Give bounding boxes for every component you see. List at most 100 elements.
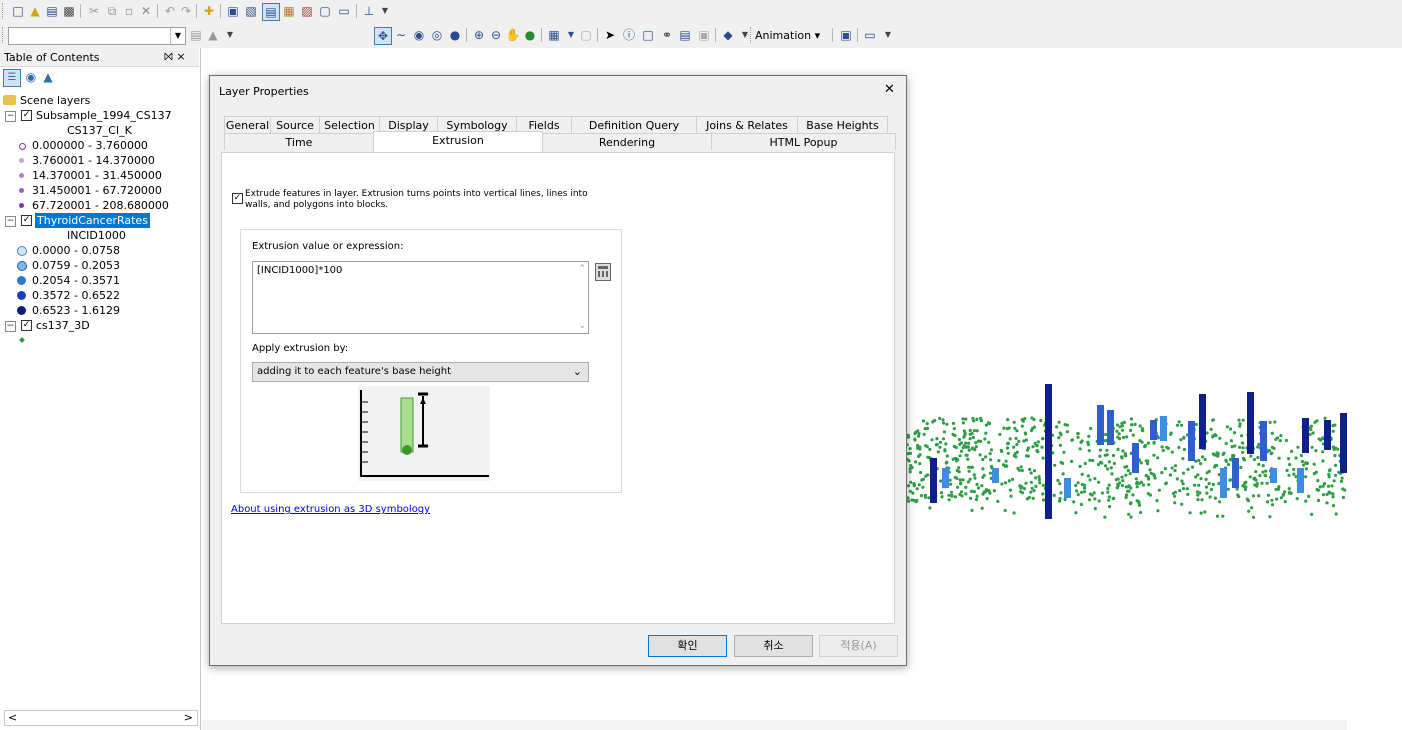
apply-button[interactable]: 적용(A) — [819, 635, 898, 657]
scene-properties-icon[interactable]: ▣ — [225, 3, 241, 19]
scene-point — [1152, 440, 1156, 444]
undo-icon[interactable]: ↶ — [162, 3, 178, 19]
layer-tool2-icon[interactable]: ▲ — [205, 27, 221, 43]
toc-pin-close[interactable]: ⨝ × — [164, 50, 186, 64]
copy-icon[interactable]: ⧉ — [104, 3, 120, 19]
python-window-icon[interactable]: ▨ — [299, 3, 315, 19]
layer-tool-icon[interactable]: ▤ — [188, 27, 204, 43]
collapse-icon[interactable]: − — [5, 216, 16, 227]
animation-menu[interactable]: Animation ▾ — [755, 28, 820, 44]
zoom-to-target-icon[interactable]: ◎ — [429, 27, 445, 43]
scene-point — [1106, 467, 1110, 471]
scene-point — [1292, 467, 1296, 472]
help-link[interactable]: About using extrusion as 3D symbology — [231, 504, 430, 515]
toolbar-options-chevron-icon[interactable]: ▼ — [222, 27, 238, 43]
cut-icon[interactable]: ✂ — [86, 3, 102, 19]
toolbar-options-chevron-icon[interactable]: ▼ — [880, 27, 896, 43]
tab-selection[interactable]: Selection — [319, 116, 380, 133]
scroll-right-icon[interactable]: > — [184, 711, 193, 725]
layer-dropdown[interactable]: ▼ — [8, 27, 186, 45]
full-extent-globe-icon[interactable]: ● — [522, 27, 538, 43]
pan-hand-icon[interactable]: ✋ — [505, 27, 521, 43]
tab-source[interactable]: Source — [270, 116, 320, 133]
tab-joins-relates[interactable]: Joins & Relates — [696, 116, 798, 133]
scene-point — [1017, 439, 1021, 443]
toolbar-grip[interactable] — [2, 27, 6, 43]
select-dropdown-chevron-icon[interactable]: ▼ — [563, 27, 579, 43]
table-of-contents-toggle-icon[interactable]: ▤ — [262, 3, 280, 21]
save-icon[interactable]: ▤ — [44, 3, 60, 19]
print-icon[interactable]: ▩ — [61, 3, 77, 19]
tab-rendering[interactable]: Rendering — [542, 133, 712, 150]
tab-definition-query[interactable]: Definition Query — [571, 116, 697, 133]
fly-tool-icon[interactable]: ∼ — [393, 27, 409, 43]
tab-time[interactable]: Time — [224, 133, 374, 150]
layer-visibility-checkbox[interactable]: ✓ — [21, 110, 32, 121]
layer-row-cs137-3d[interactable]: − ✓ cs137_3D — [0, 318, 200, 333]
select-elements-arrow-icon[interactable]: ➤ — [602, 27, 618, 43]
clear-selection-icon[interactable]: ▢ — [578, 27, 594, 43]
collapse-icon[interactable]: − — [5, 111, 16, 122]
scene-point — [1032, 469, 1037, 473]
tab-general[interactable]: General — [224, 116, 271, 133]
layer-row-subsample[interactable]: − ✓ Subsample_1994_CS137 — [0, 108, 200, 123]
delete-icon[interactable]: ✕ — [138, 3, 154, 19]
find-binoculars-icon[interactable]: ⚭ — [659, 27, 675, 43]
layer-name-selected[interactable]: ThyroidCancerRates — [35, 213, 150, 228]
toolbar-grip[interactable] — [750, 27, 754, 43]
redo-icon[interactable]: ↷ — [178, 3, 194, 19]
tab-html-popup[interactable]: HTML Popup — [711, 133, 896, 150]
tab-base-heights[interactable]: Base Heights — [797, 116, 888, 133]
extrude-checkbox[interactable]: ✓ — [232, 193, 243, 204]
layer-row-thyroid[interactable]: − ✓ ThyroidCancerRates — [0, 213, 200, 228]
zoom-out-icon[interactable]: ⊖ — [488, 27, 504, 43]
3d-effects-icon[interactable]: ◆ — [720, 27, 736, 43]
list-by-drawing-order-icon[interactable]: ☰ — [3, 69, 21, 87]
scroll-up-icon[interactable]: ⌃ — [578, 264, 586, 274]
model-builder-icon[interactable]: ⊥ — [361, 3, 377, 19]
new-document-icon[interactable]: □ — [10, 3, 26, 19]
scroll-thumb[interactable] — [25, 714, 175, 722]
arctoolbox-icon[interactable]: ▦ — [281, 3, 297, 19]
window-icon[interactable]: ▭ — [336, 3, 352, 19]
html-popup-icon[interactable]: □ — [640, 27, 656, 43]
list-by-visibility-icon[interactable]: ▲ — [40, 69, 56, 85]
collapse-icon[interactable]: − — [5, 321, 16, 332]
measure-icon[interactable]: ▤ — [677, 27, 693, 43]
search-window-icon[interactable]: ▢ — [317, 3, 333, 19]
scene-point — [1105, 448, 1109, 452]
scene-point — [1213, 465, 1217, 469]
apply-extrusion-dropdown[interactable]: adding it to each feature's base height … — [252, 362, 589, 382]
scene-point — [942, 421, 946, 425]
identify-icon[interactable]: ⓘ — [621, 27, 637, 43]
list-by-source-icon[interactable]: ◉ — [23, 69, 39, 85]
layer-visibility-checkbox[interactable]: ✓ — [21, 320, 32, 331]
toolbar-options-chevron-icon[interactable]: ▼ — [377, 3, 393, 19]
scroll-left-icon[interactable]: < — [8, 711, 17, 725]
tab-extrusion[interactable]: Extrusion — [373, 131, 543, 153]
scene-point — [1128, 472, 1132, 476]
close-icon[interactable]: ✕ — [884, 82, 895, 97]
expression-textbox[interactable]: [INCID1000]*100 ⌃ ⌄ — [252, 261, 589, 334]
toolbar-grip[interactable] — [2, 3, 6, 19]
zoom-in-icon[interactable]: ⊕ — [471, 27, 487, 43]
capture-view-icon[interactable]: ▣ — [838, 27, 854, 43]
scroll-down-icon[interactable]: ⌄ — [578, 321, 586, 331]
paste-icon[interactable]: ▫ — [121, 3, 137, 19]
target-center-icon[interactable]: ◉ — [411, 27, 427, 43]
select-features-icon[interactable]: ▦ — [546, 27, 562, 43]
layer-visibility-checkbox[interactable]: ✓ — [21, 215, 32, 226]
open-folder-icon[interactable]: ▲ — [27, 3, 43, 19]
toc-horizontal-scrollbar[interactable]: < > — [4, 710, 198, 726]
navigate-tool-icon[interactable]: ✥ — [374, 27, 392, 45]
time-slider-icon[interactable]: ▣ — [696, 27, 712, 43]
set-observer-icon[interactable]: ● — [447, 27, 463, 43]
cancel-button[interactable]: 취소 — [734, 635, 813, 657]
scene-point — [1275, 436, 1280, 440]
add-data-icon[interactable]: ✚ — [201, 3, 217, 19]
animation-controls-icon[interactable]: ▭ — [862, 27, 878, 43]
scene-point — [1194, 422, 1198, 427]
catalog-icon[interactable]: ▧ — [243, 3, 259, 19]
expression-builder-calculator-icon[interactable] — [595, 263, 611, 281]
ok-button[interactable]: 확인 — [648, 635, 727, 657]
